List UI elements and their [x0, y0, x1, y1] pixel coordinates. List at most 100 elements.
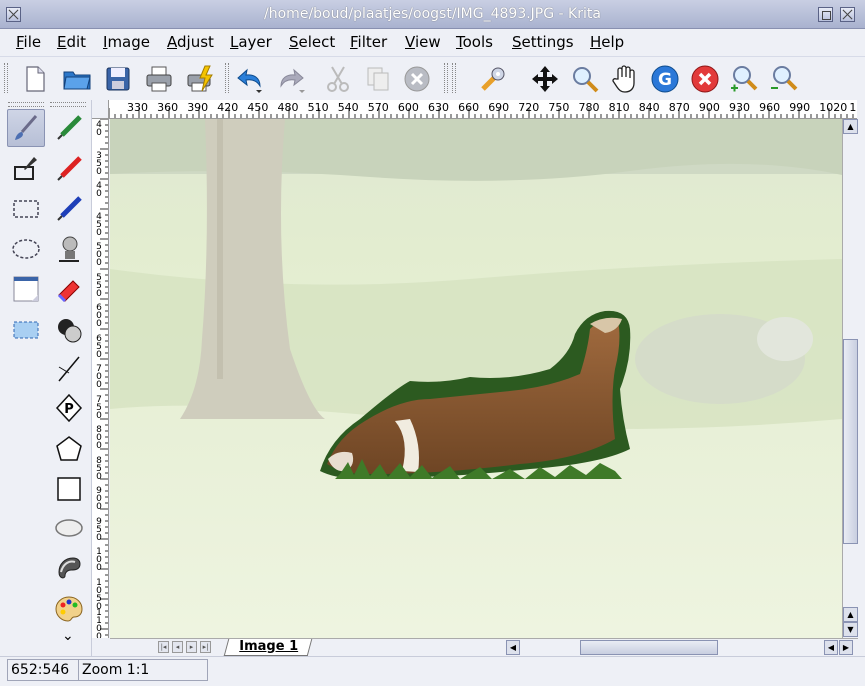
ellipse-select-tool-icon[interactable] [7, 230, 45, 268]
undo-icon[interactable] [234, 62, 268, 96]
ruler-label: 510 [307, 101, 329, 114]
print-preview-icon[interactable] [183, 62, 217, 96]
menu-layer[interactable]: Layer [228, 33, 274, 51]
scroll-left-icon[interactable]: ◀ [506, 640, 520, 655]
ruler-label: 690 [488, 101, 510, 114]
palette-tool-icon[interactable] [50, 590, 88, 628]
print-icon[interactable] [142, 62, 176, 96]
menu-file[interactable]: File [14, 33, 43, 51]
ruler-label: 750 [96, 394, 102, 421]
palette-handle[interactable] [8, 102, 44, 107]
menu-view[interactable]: View [403, 33, 443, 51]
new-document-icon[interactable] [18, 62, 52, 96]
color-picker-tool-icon[interactable] [7, 150, 45, 188]
rect-select-tool-icon[interactable] [7, 190, 45, 228]
scroll-down-icon[interactable]: ▼ [843, 622, 858, 637]
toolbar-handle[interactable] [452, 63, 456, 93]
ruler-label: 950 [96, 516, 102, 543]
scroll-up-icon[interactable]: ▲ [843, 119, 858, 134]
tab-last-icon[interactable]: ▸| [200, 641, 211, 653]
polygon-tool-icon[interactable] [50, 430, 88, 468]
scroll-left-icon[interactable]: ◀ [824, 640, 838, 655]
menu-tools[interactable]: Tools [454, 33, 495, 51]
fill-bucket-tool-icon[interactable] [50, 150, 88, 188]
zoom-icon[interactable] [568, 62, 602, 96]
pencil-tool-icon[interactable] [50, 190, 88, 228]
ruler-label: 480 [277, 101, 299, 114]
pan-hand-icon[interactable] [608, 62, 642, 96]
image-canvas[interactable] [110, 119, 842, 638]
main-toolbar: G [0, 56, 865, 100]
scroll-right-icon[interactable]: ▶ [839, 640, 853, 655]
rectangle-tool-icon[interactable] [50, 470, 88, 508]
ruler-label: 960 [759, 101, 781, 114]
save-disk-icon[interactable] [101, 62, 135, 96]
tab-image-1[interactable]: Image 1 [223, 639, 313, 656]
ruler-label: 550 [96, 272, 102, 299]
reload-icon[interactable]: G [648, 62, 682, 96]
ruler-label: 390 [187, 101, 209, 114]
palette-handle[interactable] [50, 102, 86, 107]
toolbar-handle[interactable] [444, 63, 448, 93]
paste-disabled-icon[interactable] [400, 62, 434, 96]
tool-palette: P ⌄ [0, 100, 92, 656]
zoom-out-icon[interactable] [767, 62, 801, 96]
svg-text:G: G [658, 70, 672, 90]
smudge-tool-icon[interactable] [50, 549, 88, 587]
copy-icon[interactable] [361, 62, 395, 96]
menu-filter[interactable]: Filter [348, 33, 389, 51]
tab-label: Image 1 [238, 639, 298, 654]
toolbar-handle[interactable] [4, 63, 8, 93]
menu-edit[interactable]: Edit [55, 33, 88, 51]
brush-tool-icon[interactable] [7, 109, 45, 147]
document-tool-icon[interactable] [7, 270, 45, 308]
ruler-label: 1050 [96, 577, 102, 612]
tab-prev-icon[interactable]: ◂ [172, 641, 183, 653]
layer-select-tool-icon[interactable] [7, 311, 45, 349]
ruler-label: 570 [367, 101, 389, 114]
menu-adjust[interactable]: Adjust [165, 33, 216, 51]
toolbar-handle[interactable] [225, 63, 229, 93]
scroll-up-icon[interactable]: ▲ [843, 607, 858, 622]
vertical-scroll-thumb[interactable] [843, 339, 858, 544]
ellipse-tool-icon[interactable] [50, 509, 88, 547]
blur-tool-icon[interactable] [50, 311, 88, 349]
eraser-tool-icon[interactable] [50, 270, 88, 308]
horizontal-ruler: 330 360 390 420 450 480 510 540 570 600 630 660 690 7… [92, 100, 857, 119]
ruler-label: 810 [608, 101, 630, 114]
zoom-in-icon[interactable] [727, 62, 761, 96]
menu-help[interactable]: Help [588, 33, 626, 51]
line-tool-icon[interactable] [50, 350, 88, 388]
tab-next-icon[interactable]: ▸ [186, 641, 197, 653]
ruler-label: 650 [96, 333, 102, 360]
menu-image[interactable]: Image [101, 33, 152, 51]
redo-icon[interactable] [273, 62, 307, 96]
stop-icon[interactable] [688, 62, 722, 96]
ruler-label: 450 [96, 211, 102, 238]
menu-select[interactable]: Select [287, 33, 337, 51]
tool-wrench-icon[interactable] [476, 62, 510, 96]
ruler-label: 10 [849, 101, 857, 114]
ruler-label: 1100 [96, 608, 102, 639]
vertical-scrollbar[interactable]: ▲ ▲ ▼ [842, 119, 858, 638]
open-folder-icon[interactable] [60, 62, 94, 96]
menu-settings[interactable]: Settings [510, 33, 576, 51]
chevron-down-icon[interactable]: ⌄ [62, 628, 74, 644]
horizontal-scroll-thumb[interactable] [580, 640, 718, 655]
title-bar: /home/boud/plaatjes/oogst/IMG_4893.JPG -… [0, 0, 865, 29]
tab-first-icon[interactable]: |◂ [158, 641, 169, 653]
ruler-label: 750 [548, 101, 570, 114]
maximize-icon[interactable] [818, 7, 833, 22]
airbrush-tool-icon[interactable] [50, 230, 88, 268]
ruler-label: 40 [96, 120, 102, 138]
ruler-label: 930 [729, 101, 750, 114]
ruler-label: 40 [96, 181, 102, 199]
move-icon[interactable] [528, 62, 562, 96]
zoom-level: Zoom 1:1 [78, 659, 208, 681]
close-icon[interactable] [840, 7, 855, 22]
color-picker-pen-icon[interactable] [50, 109, 88, 147]
ruler-label: 100 [96, 547, 102, 573]
cut-icon[interactable] [321, 62, 355, 96]
pen-path-tool-icon[interactable]: P [50, 389, 88, 427]
ruler-corner [92, 100, 109, 118]
